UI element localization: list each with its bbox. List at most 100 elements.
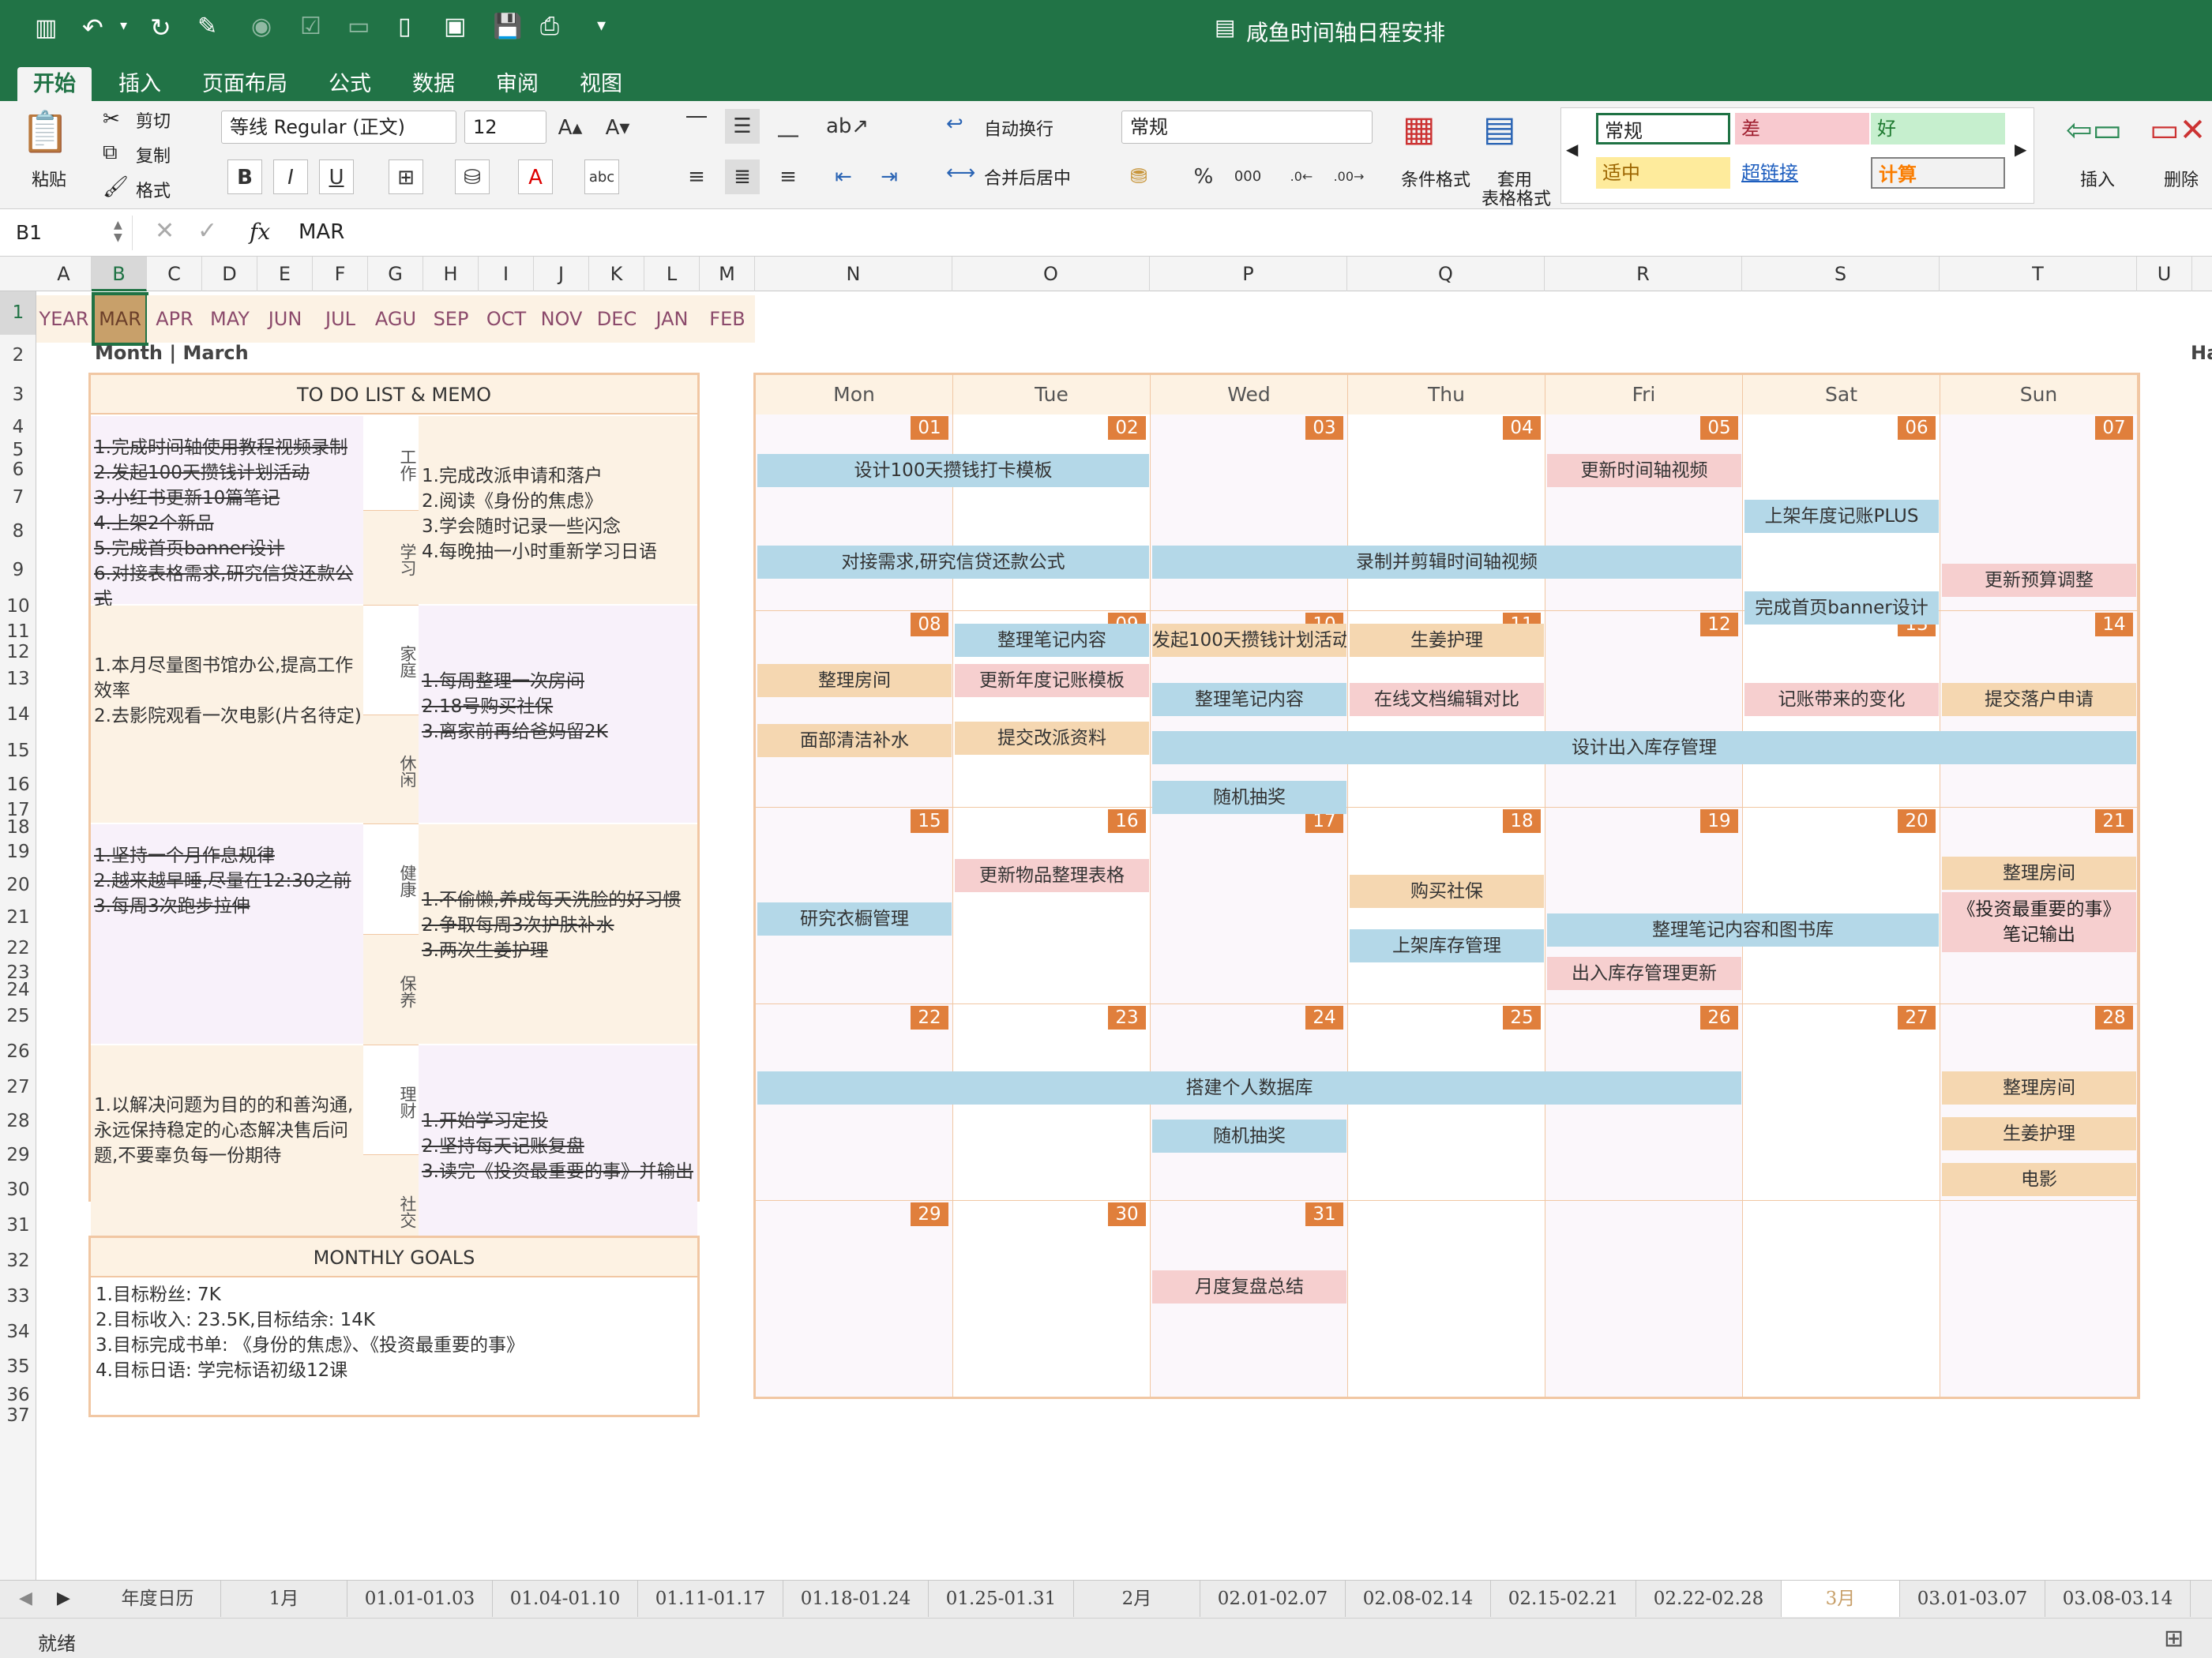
row-header[interactable]: 15 [0,733,36,768]
column-header[interactable]: B [92,257,147,291]
row-header[interactable]: 4 [0,414,36,441]
calendar-event[interactable]: 《投资最重要的事》 笔记输出 [1942,892,2136,952]
number-format-select[interactable]: 常规 [1121,111,1373,144]
style-calc[interactable]: 计算 [1871,157,2005,189]
tab-page-layout[interactable]: 页面布局 [186,67,303,101]
row-header[interactable]: 24 [0,981,36,1000]
month-link-apr[interactable]: APR [147,295,202,343]
calendar-event[interactable]: 月度复盘总结 [1152,1270,1346,1304]
increase-decimal-icon[interactable]: .0← [1284,159,1319,194]
sheet-tab[interactable]: 02.01-02.07 [1200,1581,1346,1617]
scissors-icon[interactable]: ✂ [103,107,120,131]
row-header[interactable]: 6 [0,460,36,481]
calendar-event[interactable]: 购买社保 [1350,874,1544,908]
name-box-stepper-icon[interactable]: ▲ ▼ [114,219,122,244]
calendar-day-cell[interactable] [953,414,1151,611]
row-header[interactable]: 1 [0,291,36,335]
percent-icon[interactable]: % [1186,159,1221,194]
calendar-event[interactable]: 生姜护理 [1350,623,1544,657]
calendar-event[interactable]: 整理笔记内容 [955,623,1149,657]
calendar-event[interactable]: 面部清洁补水 [757,723,952,757]
copy-button[interactable]: 复制 [136,142,171,167]
calendar-event[interactable]: 在线文档编辑对比 [1350,682,1544,716]
sheet-tab[interactable]: 年度日历 [95,1581,221,1617]
decrease-font-icon[interactable]: A▾ [600,111,635,145]
merge-icon[interactable]: ⟷ [946,161,975,185]
column-header[interactable]: Q [1347,257,1545,291]
row-header[interactable]: 19 [0,836,36,868]
row-header[interactable]: 13 [0,662,36,696]
worksheet-grid[interactable]: YEAR MAR APR MAY JUN JUL AGU SEP OCT NOV… [36,291,2212,1580]
row-header[interactable]: 23 [0,964,36,982]
tab-review[interactable]: 审阅 [480,67,554,101]
row-header[interactable]: 20 [0,868,36,902]
italic-icon[interactable]: I [273,159,308,194]
fill-color-icon[interactable]: ⛁ [455,159,490,194]
column-header[interactable]: F [313,257,368,291]
align-left-icon[interactable]: ≡ [679,159,714,194]
decrease-indent-icon[interactable]: ⇤ [826,159,861,194]
undo-icon[interactable]: ↶ [82,13,103,43]
row-header[interactable]: 12 [0,642,36,662]
calendar-event[interactable]: 随机抽奖 [1152,781,1346,815]
record-icon[interactable]: ◉ [251,13,272,40]
calendar-day-cell[interactable] [1348,1201,1545,1397]
increase-indent-icon[interactable]: ⇥ [872,159,907,194]
redo-icon[interactable]: ↻ [150,13,171,43]
column-header[interactable]: K [589,257,644,291]
align-middle-icon[interactable]: ☰ [725,109,760,144]
month-link-feb[interactable]: FEB [700,295,755,343]
month-link-dec[interactable]: DEC [589,295,644,343]
comma-icon[interactable]: 000 [1230,159,1265,194]
delete-cells-icon[interactable]: ▭✕ [2150,112,2206,148]
align-top-icon[interactable]: ⎺ [679,109,714,144]
table-format-icon[interactable]: ▤ [1483,109,1516,149]
month-link-jan[interactable]: JAN [644,295,700,343]
calendar-event[interactable]: 更新预算调整 [1942,564,2136,598]
decrease-decimal-icon[interactable]: .00→ [1331,159,1366,194]
calendar-event[interactable]: 整理笔记内容和图书库 [1547,913,1939,947]
column-header[interactable]: P [1150,257,1347,291]
calendar-event[interactable]: 完成首页banner设计 [1744,591,1939,625]
calendar-event[interactable]: 上架年度记账PLUS [1744,500,1939,533]
calendar-event[interactable]: 提交落户申请 [1942,682,2136,716]
column-header[interactable]: H [423,257,479,291]
row-header[interactable]: 21 [0,902,36,932]
sheet-tab[interactable]: 01.25-01.31 [929,1581,1074,1617]
sheet-tab[interactable]: 01.11-01.17 [638,1581,783,1617]
copy-icon[interactable]: ⧉ [103,141,118,165]
calendar-day-cell[interactable] [1743,1004,1940,1201]
paste-icon[interactable]: 📋 [21,109,69,164]
calendar-event[interactable]: 更新年度记账模板 [955,664,1149,698]
calendar-day-cell[interactable] [953,808,1151,1004]
wrap-text-button[interactable]: 自动换行 [984,115,1053,141]
column-header[interactable]: G [368,257,423,291]
sheet-tab[interactable]: 01.04-01.10 [493,1581,638,1617]
enter-icon[interactable]: ✓ [197,217,217,245]
merge-center-button[interactable]: 合并后居中 [984,164,1071,189]
month-link-year[interactable]: YEAR [36,295,92,343]
column-header[interactable]: L [644,257,700,291]
row-header[interactable]: 36 [0,1384,36,1406]
align-bottom-icon[interactable]: ⎽ [771,109,806,144]
calendar-day-cell[interactable] [1151,808,1348,1004]
month-link-may[interactable]: MAY [202,295,257,343]
column-header[interactable]: U [2137,257,2192,291]
month-link-agu[interactable]: AGU [368,295,423,343]
font-color-icon[interactable]: A [518,159,553,194]
month-link-jun[interactable]: JUN [257,295,313,343]
calendar-event[interactable]: 随机抽奖 [1152,1119,1346,1153]
calendar-event[interactable]: 对接需求,研究信贷还款公式 [757,546,1149,579]
tab-home[interactable]: 开始 [17,67,92,101]
column-header[interactable]: T [1940,257,2137,291]
column-header[interactable]: A [36,257,92,291]
insert-button[interactable]: 插入 [2080,166,2115,191]
sheet-tab[interactable]: 3月 [1782,1581,1900,1617]
customize-toolbar-icon[interactable]: ▾ [597,16,606,36]
calendar-event[interactable]: 生姜护理 [1942,1116,2136,1150]
sheet-tab[interactable]: 03.01-03.07 [1900,1581,2045,1617]
row-header[interactable]: 9 [0,549,36,591]
calendar-day-cell[interactable] [756,414,953,611]
column-header[interactable]: S [1742,257,1940,291]
month-link-nov[interactable]: NOV [534,295,589,343]
